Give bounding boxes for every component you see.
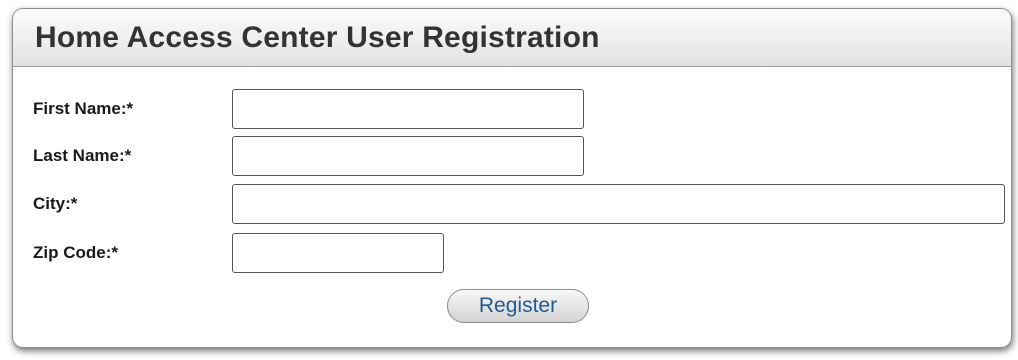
zip-code-label: Zip Code:* <box>33 243 118 262</box>
first-name-label: First Name:* <box>33 99 134 118</box>
register-button[interactable]: Register <box>447 289 589 323</box>
city-row: City:* <box>33 184 1008 224</box>
city-input[interactable] <box>232 184 1005 224</box>
last-name-input[interactable] <box>232 136 584 176</box>
first-name-input[interactable] <box>232 89 584 129</box>
last-name-row: Last Name:* <box>33 136 1008 176</box>
last-name-label: Last Name:* <box>33 146 132 165</box>
panel-header: Home Access Center User Registration <box>13 9 1011 67</box>
zip-code-row: Zip Code:* <box>33 233 1008 273</box>
zip-code-input[interactable] <box>232 233 444 273</box>
first-name-row: First Name:* <box>33 89 1008 129</box>
registration-panel: Home Access Center User Registration Fir… <box>12 8 1012 348</box>
city-label: City:* <box>33 194 78 213</box>
page-title: Home Access Center User Registration <box>35 21 600 54</box>
